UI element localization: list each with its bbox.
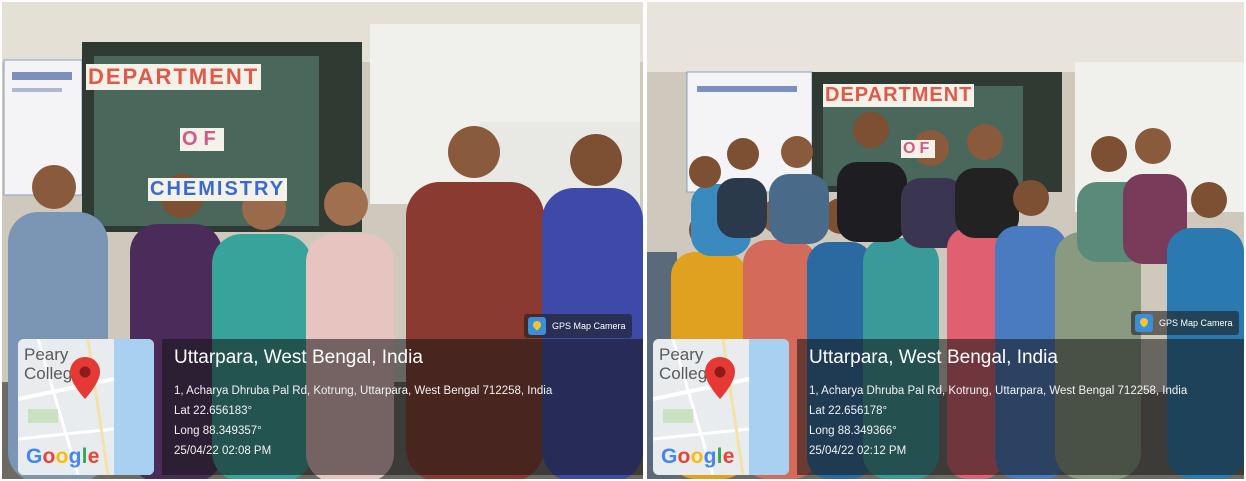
location-latitude: Lat 22.656183° <box>174 405 253 417</box>
location-datetime: 25/04/22 02:08 PM <box>174 445 272 457</box>
board-text-line-2: OF <box>180 128 224 151</box>
location-info-panel: Uttarpara, West Bengal, India 1, Acharya… <box>797 339 1244 475</box>
photo-left: DEPARTMENT OF CHEMISTRY GPS Map Camera P… <box>2 2 643 479</box>
board-text-line-1: DEPARTMENT <box>823 84 975 107</box>
gps-map-camera-badge: GPS Map Camera <box>1131 311 1239 335</box>
google-logo: Google <box>661 445 735 468</box>
geo-overlay: Peary College Google Uttarpara, West Ben… <box>18 339 643 479</box>
location-title: Uttarpara, West Bengal, India <box>174 347 423 368</box>
map-pin-icon <box>70 357 100 399</box>
badge-label: GPS Map Camera <box>1159 318 1233 328</box>
location-datetime: 25/04/22 02:12 PM <box>809 445 907 457</box>
location-latitude: Lat 22.656178° <box>809 405 888 417</box>
location-address: 1, Acharya Dhruba Pal Rd, Kotrung, Uttar… <box>174 385 553 397</box>
board-text-line-3: CHEMISTRY <box>148 178 288 201</box>
location-longitude: Long 88.349366° <box>809 425 897 437</box>
map-pin-icon <box>705 357 735 399</box>
map-thumbnail: Peary College Google <box>653 339 789 475</box>
gps-map-camera-badge: GPS Map Camera <box>524 314 632 338</box>
location-title: Uttarpara, West Bengal, India <box>809 347 1058 368</box>
map-thumbnail: Peary College Google <box>18 339 154 475</box>
geo-overlay: Peary College Google Uttarpara, West Ben… <box>653 339 1244 479</box>
gps-camera-icon <box>528 317 546 335</box>
location-longitude: Long 88.349357° <box>174 425 262 437</box>
gps-camera-icon <box>1135 314 1153 332</box>
location-address: 1, Acharya Dhruba Pal Rd, Kotrung, Uttar… <box>809 385 1188 397</box>
badge-label: GPS Map Camera <box>552 321 626 331</box>
photo-right: DEPARTMENT OF GPS Map Camera Peary Colle… <box>647 2 1244 479</box>
board-text-line-1: DEPARTMENT <box>86 64 262 90</box>
location-info-panel: Uttarpara, West Bengal, India 1, Acharya… <box>162 339 643 475</box>
board-text-line-2: OF <box>901 140 936 158</box>
google-logo: Google <box>26 445 100 468</box>
